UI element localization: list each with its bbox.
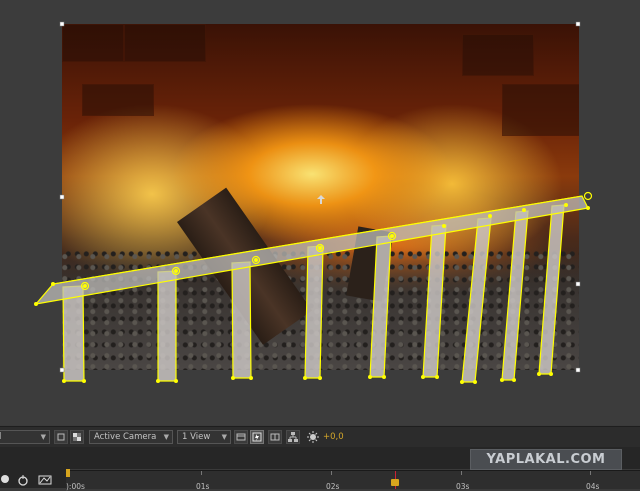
- layer-handle[interactable]: [59, 21, 65, 27]
- layer-handle[interactable]: [575, 21, 581, 27]
- time-tick-label: 01s: [196, 482, 210, 491]
- transparency-grid-icon[interactable]: [70, 430, 84, 444]
- current-time-indicator-head[interactable]: [391, 479, 399, 486]
- chevron-down-icon: ▼: [221, 433, 227, 441]
- rig-vertex[interactable]: [586, 206, 590, 210]
- view-layout-dropdown[interactable]: Active Camera ▼: [89, 430, 173, 444]
- live-update-icon[interactable]: [0, 474, 10, 488]
- time-tick-label: 02s: [326, 482, 340, 491]
- grate-bar[interactable]: [157, 270, 177, 382]
- tick-mark: [331, 471, 332, 475]
- rig-vertex[interactable]: [82, 379, 86, 383]
- rig-vertex[interactable]: [174, 379, 178, 383]
- rig-vertex[interactable]: [512, 378, 516, 382]
- anchor-target[interactable]: [583, 191, 593, 201]
- region-of-interest-icon[interactable]: [54, 430, 68, 444]
- rig-vertex[interactable]: [522, 208, 526, 212]
- time-tick-label: ):00s: [66, 482, 85, 491]
- tick-mark: [201, 471, 202, 475]
- work-area-start-handle[interactable]: [66, 469, 70, 477]
- rig-vertex[interactable]: [174, 269, 178, 273]
- rig-vertex[interactable]: [549, 372, 553, 376]
- rig-vertex[interactable]: [83, 284, 87, 288]
- view-count-dropdown[interactable]: 1 View ▼: [177, 430, 231, 444]
- resolution-value: l: [0, 432, 2, 442]
- tick-mark: [590, 471, 591, 475]
- rig-vertex[interactable]: [473, 380, 477, 384]
- rig-vertex[interactable]: [231, 376, 235, 380]
- viewer-toolbar: l ▼ Active Camera ▼ 1 View ▼ +0,0: [0, 426, 640, 447]
- view-count-value: 1 View: [182, 432, 211, 442]
- rig-vertex[interactable]: [249, 376, 253, 380]
- background-brick: [62, 24, 124, 62]
- chevron-down-icon: ▼: [40, 433, 46, 441]
- time-tick-label: 04s: [586, 482, 600, 491]
- grate-bar[interactable]: [231, 261, 252, 379]
- rig-vertex[interactable]: [564, 203, 568, 207]
- rig-vertex[interactable]: [303, 376, 307, 380]
- grate-bar[interactable]: [304, 245, 324, 379]
- background-brick: [124, 24, 206, 62]
- time-tick-label: 03s: [456, 482, 470, 491]
- view-options-icon[interactable]: [234, 430, 248, 444]
- rig-vertex[interactable]: [382, 375, 386, 379]
- layer-handle[interactable]: [575, 281, 581, 287]
- rig-vertex[interactable]: [390, 234, 394, 238]
- composition-viewer[interactable]: [0, 0, 640, 425]
- layer-handle[interactable]: [575, 367, 581, 373]
- rig-vertex[interactable]: [254, 258, 258, 262]
- time-ruler[interactable]: ):00s 01s 02s 03s 04s: [66, 470, 640, 491]
- background-brick: [462, 34, 534, 76]
- rig-vertex[interactable]: [368, 375, 372, 379]
- fast-preview-icon[interactable]: [250, 430, 264, 444]
- exposure-icon[interactable]: [306, 430, 320, 444]
- rig-vertex[interactable]: [435, 375, 439, 379]
- rig-vertex[interactable]: [460, 380, 464, 384]
- grate-bar[interactable]: [62, 285, 85, 382]
- exposure-value[interactable]: +0,0: [323, 430, 344, 444]
- background-brick: [82, 84, 154, 116]
- rig-vertex[interactable]: [34, 302, 38, 306]
- rig-vertex[interactable]: [488, 214, 492, 218]
- rig-vertex[interactable]: [500, 378, 504, 382]
- rig-vertex[interactable]: [537, 372, 541, 376]
- rig-vertex[interactable]: [51, 282, 55, 286]
- resolution-dropdown[interactable]: l ▼: [0, 430, 50, 444]
- watermark: YAPLAKAL.COM: [470, 449, 622, 470]
- rig-vertex[interactable]: [421, 375, 425, 379]
- rig-vertex[interactable]: [156, 379, 160, 383]
- rig-vertex[interactable]: [442, 224, 446, 228]
- chevron-down-icon: ▼: [163, 433, 169, 441]
- tick-mark: [461, 471, 462, 475]
- background-brick: [502, 84, 579, 136]
- rig-vertex[interactable]: [318, 376, 322, 380]
- flowchart-icon[interactable]: [286, 430, 300, 444]
- layer-handle[interactable]: [59, 194, 65, 200]
- layer-handle[interactable]: [59, 367, 65, 373]
- 3d-view-icon[interactable]: [268, 430, 282, 444]
- rig-vertex[interactable]: [318, 246, 322, 250]
- view-layout-value: Active Camera: [94, 432, 157, 442]
- rig-vertex[interactable]: [62, 379, 66, 383]
